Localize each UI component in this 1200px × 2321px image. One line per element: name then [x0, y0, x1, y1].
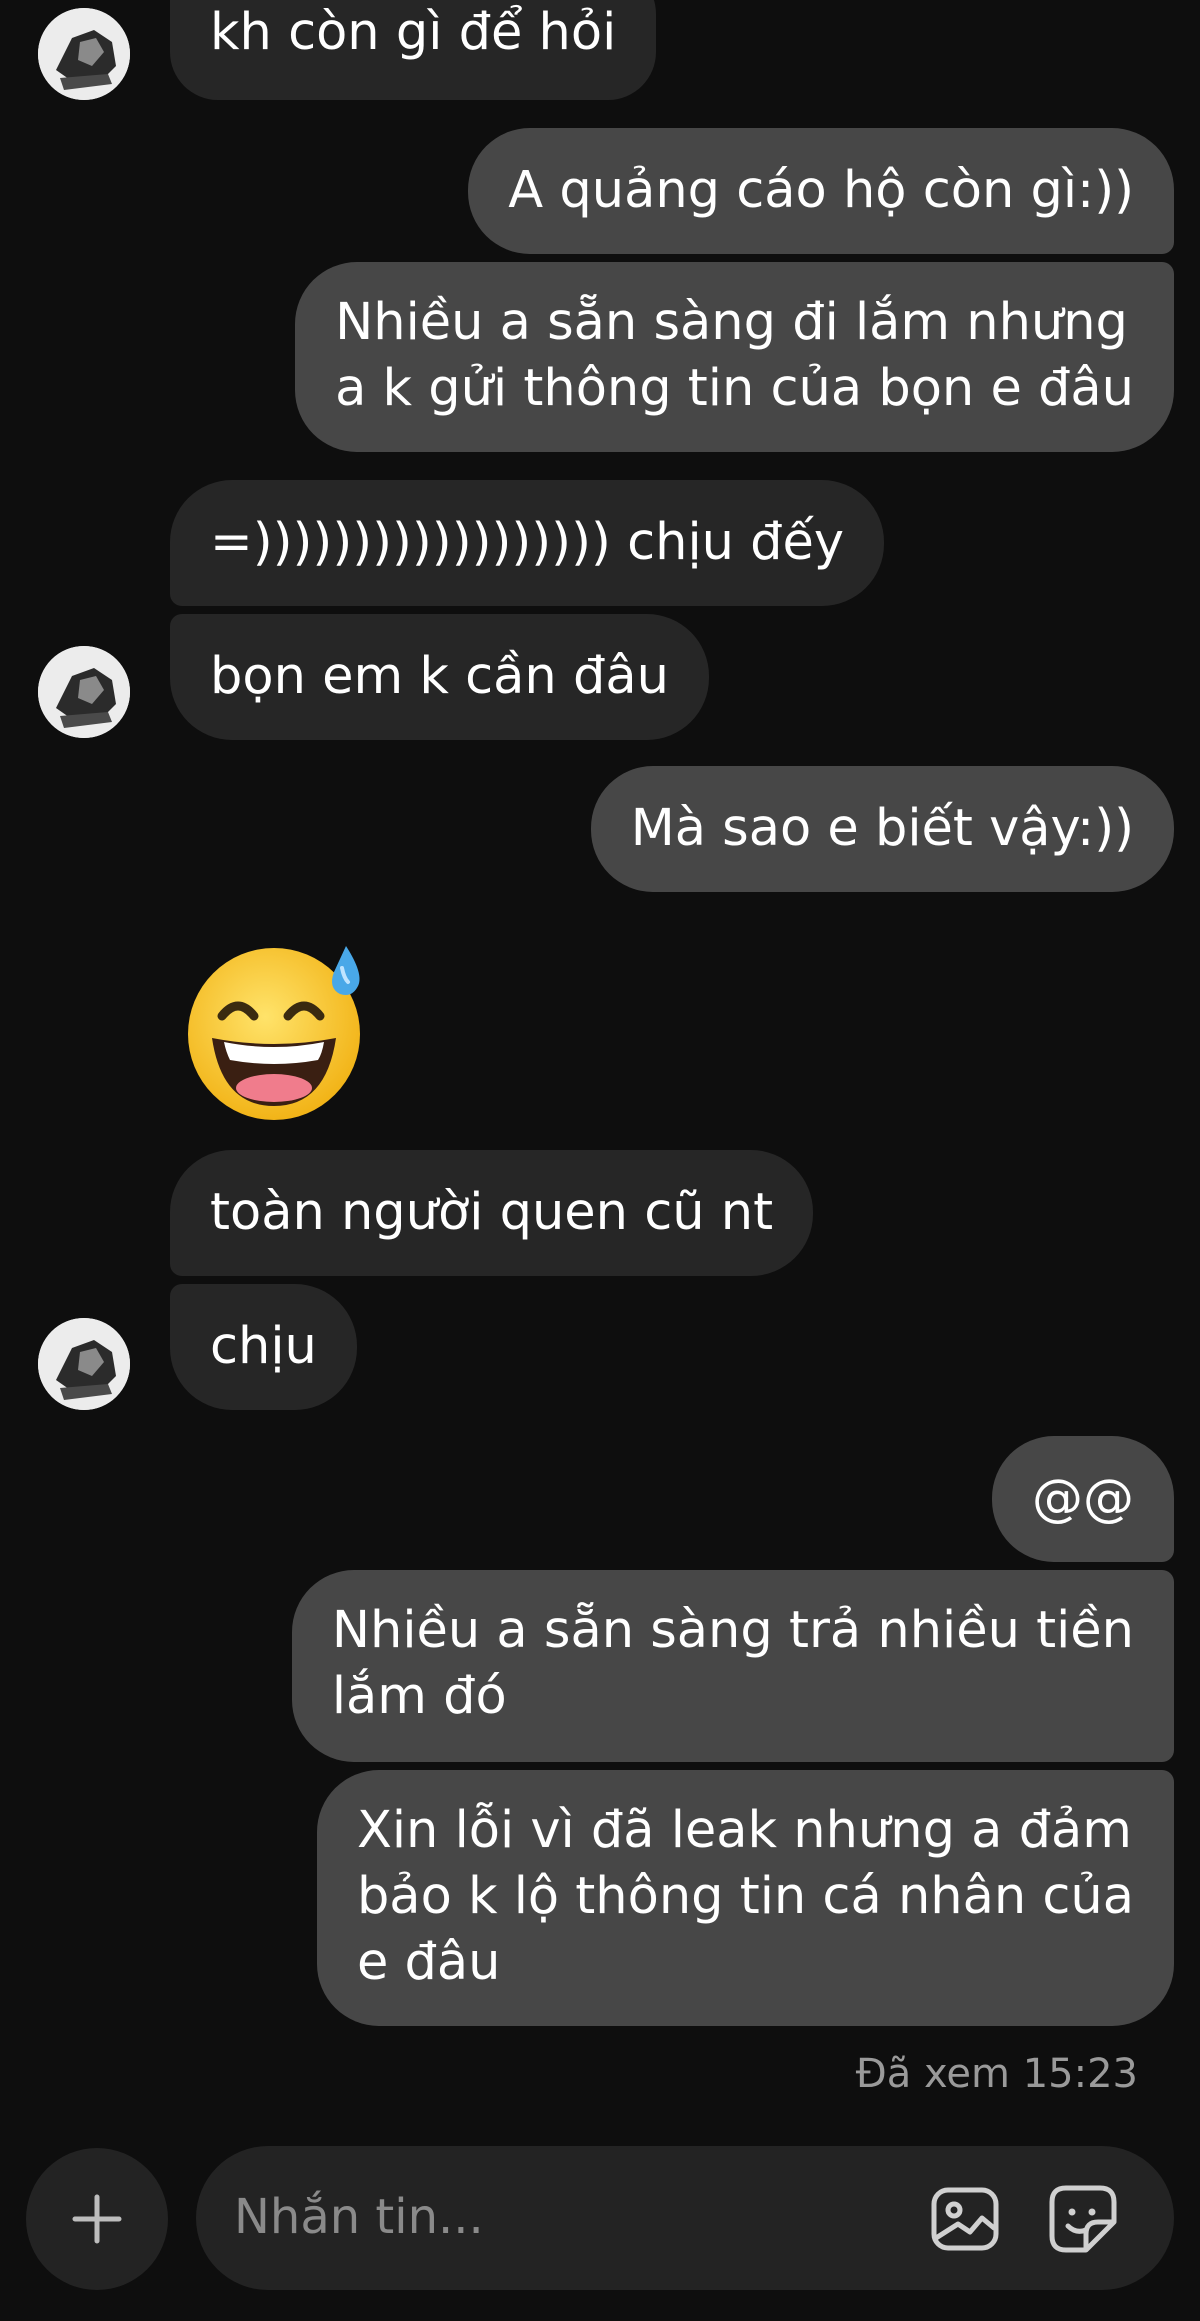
- grinning-sweat-emoji-icon: [188, 946, 360, 1120]
- message-incoming[interactable]: bọn em k cần đâu: [170, 614, 709, 740]
- message-text: @@: [1032, 1469, 1134, 1528]
- message-text: bọn em k cần đâu: [210, 647, 669, 706]
- message-outgoing[interactable]: Nhiều a sẵn sàng đi lắm nhưng a k gửi th…: [295, 262, 1174, 452]
- emoji-message[interactable]: [176, 938, 372, 1122]
- image-icon: [931, 2187, 999, 2251]
- message-outgoing[interactable]: Nhiều a sẵn sàng trả nhiều tiền lắm đó: [291, 1570, 1174, 1762]
- plus-icon: [72, 2194, 122, 2244]
- message-text: toàn người quen cũ nt: [210, 1183, 774, 1242]
- message-outgoing[interactable]: A quảng cáo hộ còn gì:)): [468, 128, 1174, 254]
- message-text-line: Nhiều a sẵn sàng đi lắm nhưng: [335, 293, 1128, 352]
- message-outgoing[interactable]: @@: [992, 1436, 1174, 1562]
- message-incoming[interactable]: kh còn gì để hỏi: [170, 0, 657, 100]
- message-outgoing[interactable]: Mà sao e biết vậy:)): [590, 766, 1174, 892]
- message-outgoing[interactable]: Xin lỗi vì đã leak nhưng a đảm bảo k lộ …: [316, 1770, 1174, 2026]
- message-incoming[interactable]: chịu: [170, 1284, 357, 1410]
- sticker-icon: [1049, 2185, 1117, 2253]
- message-text: Mà sao e biết vậy:)): [630, 799, 1134, 858]
- message-text-line: a k gửi thông tin của bọn e đâu: [335, 359, 1134, 418]
- avatar-photo: [38, 8, 130, 100]
- message-text-line: bảo k lộ thông tin cá nhân của: [356, 1867, 1134, 1926]
- message-incoming[interactable]: toàn người quen cũ nt: [170, 1150, 814, 1276]
- plus-button[interactable]: [26, 2148, 168, 2290]
- message-text: =)))))))))))))))))) chịu đếy: [210, 513, 845, 572]
- avatar[interactable]: [38, 8, 130, 100]
- message-text: chịu: [210, 1317, 317, 1376]
- avatar[interactable]: [38, 1318, 130, 1410]
- avatar[interactable]: [38, 646, 130, 738]
- avatar-photo: [38, 1318, 130, 1410]
- message-input[interactable]: Nhắn tin...: [196, 2146, 1174, 2290]
- message-text-line: lắm đó: [331, 1667, 507, 1726]
- message-text-line: Nhiều a sẵn sàng trả nhiều tiền: [331, 1601, 1134, 1660]
- avatar-photo: [38, 646, 130, 738]
- gallery-button[interactable]: [928, 2182, 1002, 2256]
- sticker-button[interactable]: [1046, 2182, 1120, 2256]
- message-text-line: Xin lỗi vì đã leak nhưng a đảm: [356, 1801, 1132, 1860]
- message-text: kh còn gì để hỏi: [210, 3, 617, 62]
- message-text-line: e đâu: [356, 1933, 501, 1992]
- message-text: A quảng cáo hộ còn gì:)): [508, 161, 1134, 220]
- message-incoming[interactable]: =)))))))))))))))))) chịu đếy: [170, 480, 885, 606]
- message-input-placeholder: Nhắn tin...: [234, 2189, 484, 2245]
- seen-status: Đã xem 15:23: [855, 2051, 1138, 2097]
